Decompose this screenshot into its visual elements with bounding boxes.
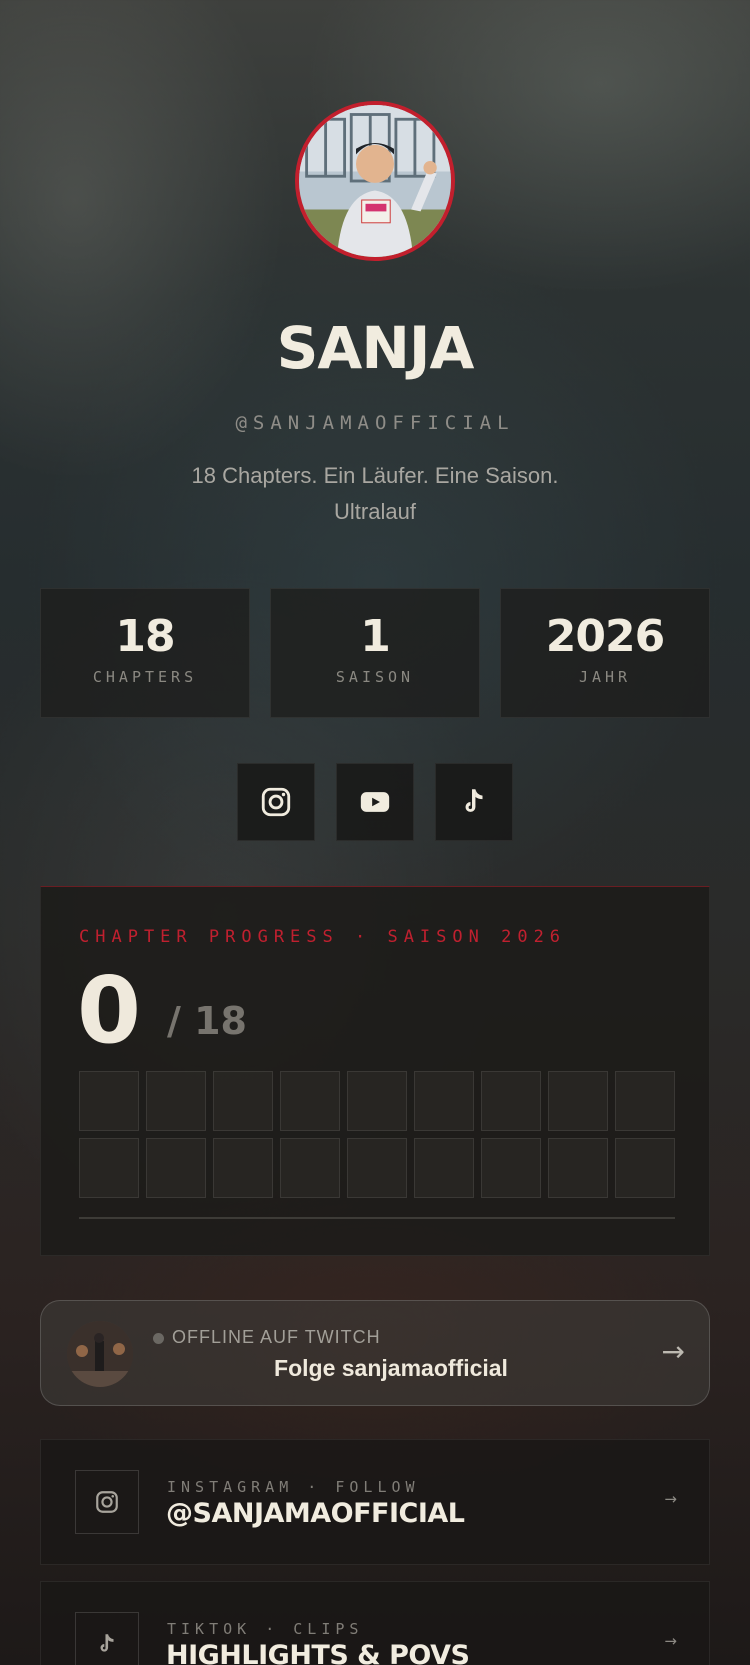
chapter-cell (481, 1071, 541, 1131)
stat-label: JAHR (578, 668, 632, 686)
chapter-cell (213, 1138, 273, 1198)
chapter-cell (414, 1138, 474, 1198)
chapter-cell (280, 1071, 340, 1131)
avatar-photo (299, 105, 451, 257)
chapter-cell (347, 1071, 407, 1131)
arrow-right-icon: → (664, 1632, 677, 1650)
instagram-link[interactable]: INSTAGRAM · FOLLOW @SANJAMAOFFICIAL → (40, 1439, 710, 1565)
youtube-icon (360, 792, 390, 812)
youtube-button[interactable] (336, 763, 414, 841)
stat-chapters: 18 CHAPTERS (40, 588, 250, 718)
tiktok-icon (100, 1634, 114, 1652)
link-title: @SANJAMAOFFICIAL (166, 1498, 465, 1529)
tiktok-link[interactable]: TIKTOK · CLIPS HIGHLIGHTS & POVS → (40, 1581, 710, 1665)
chapter-cell (615, 1071, 675, 1131)
arrow-right-icon: → (661, 1335, 685, 1368)
profile-bio: 18 Chapters. Ein Läufer. Eine Saison. Ul… (0, 458, 750, 530)
stat-value: 2026 (545, 611, 665, 662)
twitch-card[interactable]: OFFLINE AUF TWITCH Folge sanjamaofficial… (40, 1300, 710, 1406)
progress-bar (79, 1217, 675, 1219)
chapter-cell (548, 1138, 608, 1198)
stat-label: SAISON (335, 668, 415, 686)
tiktok-icon (465, 789, 483, 812)
stat-jahr: 2026 JAHR (500, 588, 710, 718)
twitch-status: OFFLINE AUF TWITCH (172, 1327, 381, 1347)
bio-line: 18 Chapters. Ein Läufer. Eine Saison. (191, 463, 559, 488)
chapter-cell (213, 1071, 273, 1131)
progress-total: / 18 (167, 999, 247, 1043)
profile-handle: @SANJAMAOFFICIAL (235, 412, 515, 434)
chapter-cell (79, 1138, 139, 1198)
twitch-follow-label: Folge sanjamaofficial (274, 1355, 508, 1381)
stat-saison: 1 SAISON (270, 588, 480, 718)
chapter-cell (347, 1138, 407, 1198)
twitch-avatar (67, 1321, 133, 1387)
arrow-right-icon: → (664, 1490, 677, 1508)
chapter-cell (481, 1138, 541, 1198)
progress-current: 0 (77, 957, 142, 1064)
chapter-cell (414, 1071, 474, 1131)
chapter-cell (146, 1071, 206, 1131)
chapter-cell (280, 1138, 340, 1198)
stat-label: CHAPTERS (92, 668, 198, 686)
twitch-avatar-photo (67, 1321, 133, 1387)
chapter-cell (146, 1138, 206, 1198)
instagram-icon (261, 787, 291, 817)
chapter-progress-card: CHAPTER PROGRESS · SAISON 2026 0 / 18 (40, 886, 710, 1256)
link-title: HIGHLIGHTS & POVS (166, 1640, 470, 1665)
instagram-button[interactable] (237, 763, 315, 841)
link-kicker: INSTAGRAM · FOLLOW (167, 1478, 420, 1496)
chapter-cell (615, 1138, 675, 1198)
profile-name: SANJA (276, 314, 475, 382)
link-kicker: TIKTOK · CLIPS (167, 1620, 364, 1638)
instagram-icon (96, 1491, 118, 1513)
chapter-cell (548, 1071, 608, 1131)
link-icon-box (75, 1470, 139, 1534)
bio-line: Ultralauf (334, 499, 416, 524)
chapter-grid (79, 1071, 675, 1198)
tiktok-button[interactable] (435, 763, 513, 841)
offline-dot (153, 1333, 164, 1344)
link-icon-box (75, 1612, 139, 1665)
stat-value: 1 (360, 611, 391, 662)
profile-avatar (295, 101, 455, 261)
profile-page: SANJA @SANJAMAOFFICIAL 18 Chapters. Ein … (0, 0, 750, 1665)
progress-caption: CHAPTER PROGRESS · SAISON 2026 (79, 927, 567, 947)
chapter-cell (79, 1071, 139, 1131)
stat-value: 18 (115, 611, 175, 662)
